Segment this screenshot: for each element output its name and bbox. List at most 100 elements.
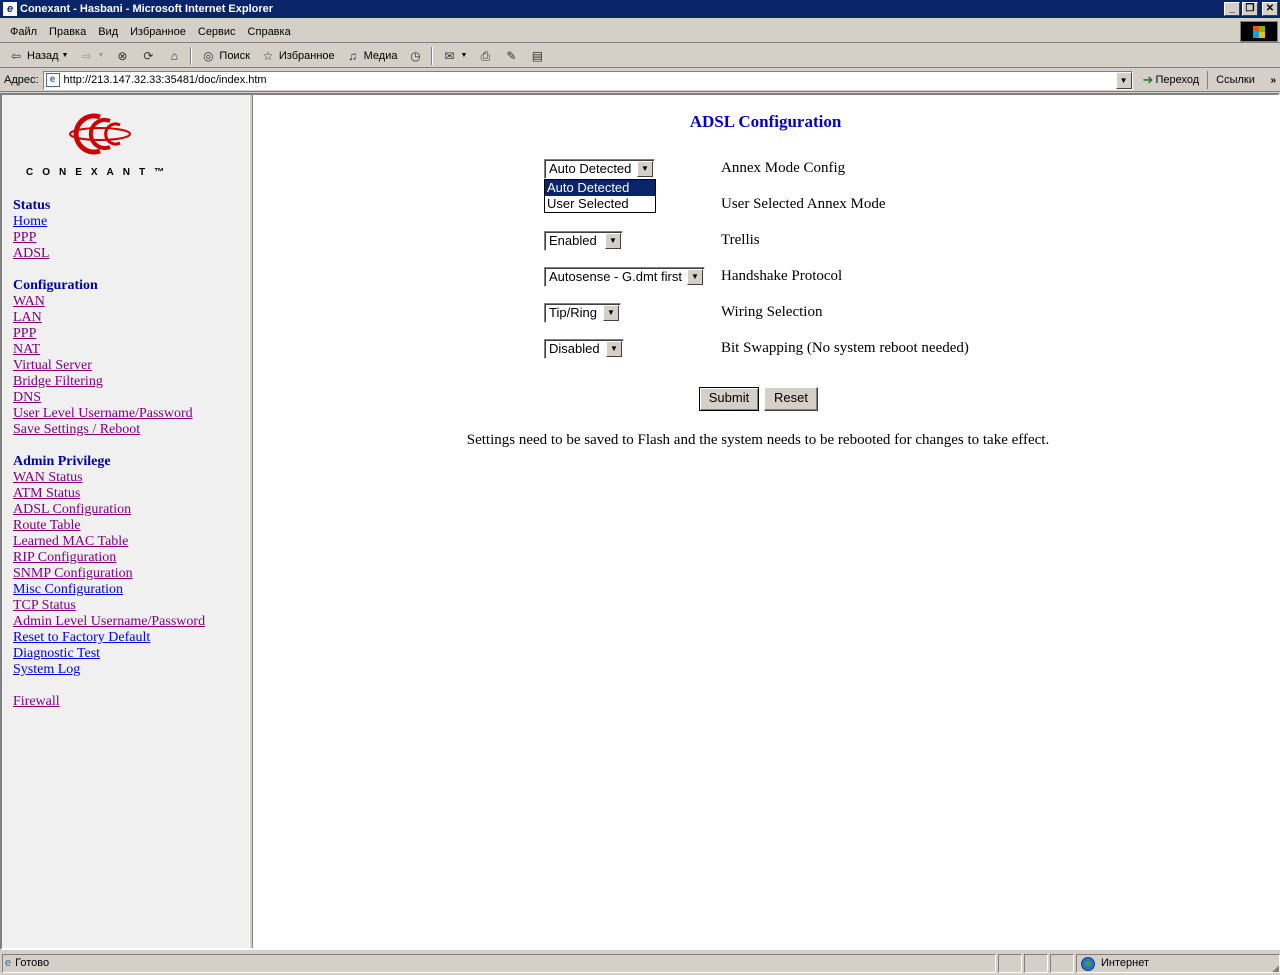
nav-status-section: Status Home PPP ADSL — [13, 198, 50, 262]
trellis-value: Enabled — [549, 233, 597, 248]
security-zone-text: Интернет — [1101, 957, 1149, 969]
trellis-select[interactable]: Enabled ▼ — [544, 231, 623, 251]
internet-globe-icon — [1081, 956, 1095, 971]
menu-edit[interactable]: Правка — [43, 26, 92, 38]
address-input[interactable]: e http://213.147.32.33:35481/doc/index.h… — [42, 70, 1133, 90]
forward-button[interactable]: ⇨ ▼ — [74, 46, 108, 66]
nav-link-adsl-configuration[interactable]: ADSL Configuration — [13, 502, 205, 518]
go-button[interactable]: ➜ Переход — [1143, 71, 1209, 89]
nav-link-admin-password[interactable]: Admin Level Username/Password — [13, 614, 205, 630]
nav-link-home[interactable]: Home — [13, 214, 50, 230]
media-button[interactable]: ♫ Медиа — [341, 46, 402, 66]
maximize-button[interactable]: ❐ — [1242, 2, 1258, 16]
go-label: Переход — [1155, 74, 1200, 86]
menu-view[interactable]: Вид — [92, 26, 124, 38]
minimize-button[interactable]: _ — [1224, 2, 1240, 16]
nav-header-configuration: Configuration — [13, 278, 98, 293]
nav-link-status-adsl[interactable]: ADSL — [13, 246, 50, 262]
chevron-down-icon[interactable]: ▼ — [637, 161, 653, 177]
nav-link-mac-table[interactable]: Learned MAC Table — [13, 534, 205, 550]
search-label: Поиск — [219, 49, 250, 62]
wiring-selection-select[interactable]: Tip/Ring ▼ — [544, 303, 621, 323]
nav-link-diagnostic-test[interactable]: Diagnostic Test — [13, 646, 205, 662]
home-button[interactable]: ⌂ — [162, 46, 186, 66]
nav-link-save-reboot[interactable]: Save Settings / Reboot — [13, 422, 193, 438]
status-pane — [1050, 954, 1074, 973]
nav-link-nat[interactable]: NAT — [13, 342, 193, 358]
forward-dropdown-icon[interactable]: ▼ — [97, 52, 104, 59]
discuss-button[interactable]: ▤ — [525, 46, 549, 66]
back-dropdown-icon[interactable]: ▼ — [62, 52, 69, 59]
nav-link-system-log[interactable]: System Log — [13, 662, 205, 678]
resize-grip-icon[interactable]: ◢ — [1272, 963, 1279, 974]
nav-link-factory-reset[interactable]: Reset to Factory Default — [13, 630, 205, 646]
close-button[interactable]: ✕ — [1262, 2, 1278, 16]
nav-link-snmp-configuration[interactable]: SNMP Configuration — [13, 566, 205, 582]
menu-file[interactable]: Файл — [4, 26, 43, 38]
nav-link-route-table[interactable]: Route Table — [13, 518, 205, 534]
refresh-button[interactable]: ⟳ — [136, 46, 160, 66]
chevron-down-icon[interactable]: ▼ — [687, 269, 703, 285]
handshake-protocol-value: Autosense - G.dmt first — [549, 269, 682, 284]
media-icon: ♫ — [348, 48, 358, 63]
mail-dropdown-icon[interactable]: ▼ — [460, 52, 467, 59]
nav-link-firewall[interactable]: Firewall — [13, 694, 60, 710]
search-icon: ◎ — [203, 48, 214, 63]
wiring-selection-value: Tip/Ring — [549, 305, 597, 320]
nav-link-atm-status[interactable]: ATM Status — [13, 486, 205, 502]
address-url: http://213.147.32.33:35481/doc/index.htm — [63, 74, 267, 86]
forward-arrow-icon: ⇨ — [81, 48, 92, 63]
edit-icon: ✎ — [506, 48, 517, 63]
menu-help[interactable]: Справка — [242, 26, 297, 38]
nav-link-dns[interactable]: DNS — [13, 390, 193, 406]
favorites-button[interactable]: ☆ Избранное — [256, 46, 339, 66]
nav-link-status-ppp[interactable]: PPP — [13, 230, 50, 246]
chevron-down-icon[interactable]: ▼ — [603, 305, 619, 321]
nav-link-wan[interactable]: WAN — [13, 294, 193, 310]
address-dropdown-icon[interactable]: ▼ — [1115, 71, 1132, 89]
print-button[interactable]: ⎙ — [473, 46, 497, 66]
menu-favorites[interactable]: Избранное — [124, 26, 192, 38]
history-button[interactable]: ◷ — [403, 46, 427, 66]
nav-header-status: Status — [13, 198, 51, 213]
windows-logo-icon — [1240, 21, 1278, 42]
links-button[interactable]: Ссылки — [1216, 74, 1255, 86]
bit-swapping-select[interactable]: Disabled ▼ — [544, 339, 624, 359]
mail-button[interactable]: ✉ ▼ — [437, 46, 471, 66]
left-nav-frame: CONEXANT™ Status Home PPP ADSL Configura… — [2, 95, 251, 948]
favorites-icon: ☆ — [262, 48, 274, 63]
nav-link-wan-status[interactable]: WAN Status — [13, 470, 205, 486]
nav-link-virtual-server[interactable]: Virtual Server — [13, 358, 193, 374]
ie-icon: e — [3, 2, 17, 16]
nav-link-user-password[interactable]: User Level Username/Password — [13, 406, 193, 422]
chevron-down-icon[interactable]: ▼ — [605, 233, 621, 249]
conexant-wordmark: CONEXANT™ — [26, 167, 174, 178]
option-auto-detected[interactable]: Auto Detected — [545, 180, 655, 196]
conexant-logo-icon — [69, 113, 131, 155]
handshake-protocol-select[interactable]: Autosense - G.dmt first ▼ — [544, 267, 705, 287]
nav-link-misc-configuration[interactable]: Misc Configuration — [13, 582, 205, 598]
stop-button[interactable]: ⊗ — [110, 46, 134, 66]
search-button[interactable]: ◎ Поиск — [196, 46, 253, 66]
mail-icon: ✉ — [444, 48, 455, 63]
page-icon: e — [45, 73, 60, 87]
nav-admin-section: Admin Privilege WAN Status ATM Status AD… — [13, 454, 205, 678]
back-button[interactable]: ⇦ Назад ▼ — [4, 46, 72, 66]
nav-link-bridge-filtering[interactable]: Bridge Filtering — [13, 374, 193, 390]
chevron-down-icon[interactable]: ▼ — [606, 341, 622, 357]
nav-link-config-ppp[interactable]: PPP — [13, 326, 193, 342]
nav-link-rip-configuration[interactable]: RIP Configuration — [13, 550, 205, 566]
annex-mode-select[interactable]: Auto Detected ▼ — [544, 159, 655, 179]
option-user-selected[interactable]: User Selected — [545, 196, 655, 212]
edit-button[interactable]: ✎ — [499, 46, 523, 66]
nav-link-tcp-status[interactable]: TCP Status — [13, 598, 205, 614]
submit-button[interactable]: Submit — [699, 387, 759, 411]
reset-button[interactable]: Reset — [764, 387, 818, 411]
status-main-pane: e Готово — [2, 954, 996, 973]
discuss-icon: ▤ — [531, 48, 544, 63]
toolbar-separator — [431, 46, 434, 65]
toolbar-separator — [190, 46, 193, 65]
nav-link-lan[interactable]: LAN — [13, 310, 193, 326]
menu-tools[interactable]: Сервис — [192, 26, 242, 38]
links-more-icon[interactable]: » — [1270, 75, 1276, 86]
